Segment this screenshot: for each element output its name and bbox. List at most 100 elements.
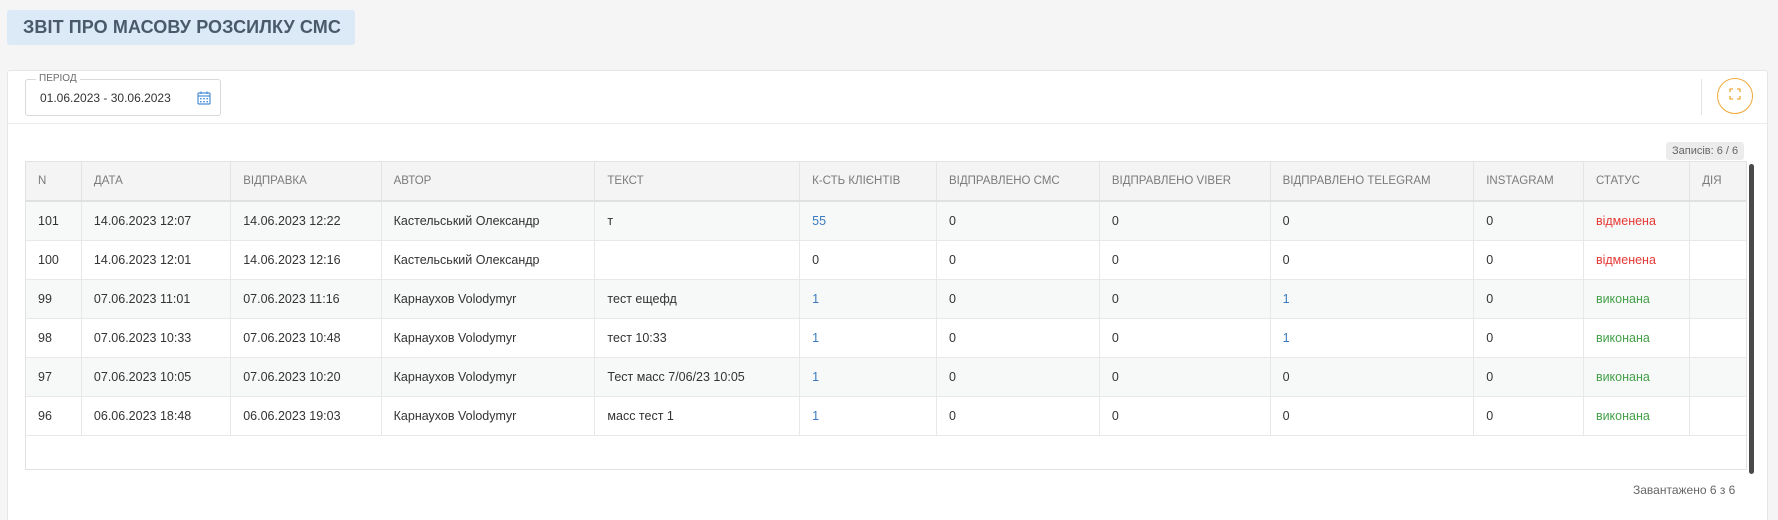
toolbar: ПЕРІОД 01.06.2023 - 30.06.2023 — [8, 71, 1767, 124]
cell-sms: 0 — [936, 357, 1100, 396]
page-title: ЗВІТ ПРО МАСОВУ РОЗСИЛКУ СМС — [7, 10, 355, 45]
cell-clients: 1 — [799, 279, 937, 318]
cell-action[interactable] — [1689, 279, 1746, 318]
cell-viber: 0 — [1099, 318, 1271, 357]
cell-clients: 1 — [799, 396, 937, 435]
cell-text: масс тест 1 — [594, 396, 801, 435]
cell-viber: 0 — [1099, 279, 1271, 318]
column-header-sms[interactable]: ВІДПРАВЛЕНО СМС — [936, 162, 1100, 202]
cell-sent: 07.06.2023 10:48 — [230, 318, 382, 357]
cell-status: відменена — [1583, 240, 1691, 279]
cell-text: тест 10:33 — [594, 318, 801, 357]
cell-text: т — [594, 201, 801, 240]
column-header-action: ДІЯ — [1689, 162, 1746, 202]
cell-status: виконана — [1583, 396, 1691, 435]
cell-n: 101 — [26, 201, 82, 240]
cell-action[interactable] — [1689, 240, 1746, 279]
cell-sent: 06.06.2023 19:03 — [230, 396, 382, 435]
cell-author: Кастельський Олександр — [381, 201, 596, 240]
column-header-status[interactable]: СТАТУС — [1583, 162, 1691, 202]
column-header-date[interactable]: ДАТА — [81, 162, 232, 202]
cell-instagram: 0 — [1473, 240, 1584, 279]
cell-telegram: 1 — [1270, 279, 1475, 318]
cell-clients: 0 — [799, 240, 937, 279]
cell-instagram: 0 — [1473, 396, 1584, 435]
cell-clients: 1 — [799, 318, 937, 357]
column-header-sent[interactable]: ВІДПРАВКА — [230, 162, 382, 202]
period-date-range-input[interactable]: ПЕРІОД 01.06.2023 - 30.06.2023 — [25, 73, 221, 116]
cell-instagram: 0 — [1473, 201, 1584, 240]
cell-action[interactable] — [1689, 396, 1746, 435]
period-value[interactable]: 01.06.2023 - 30.06.2023 — [40, 90, 171, 106]
cell-status: виконана — [1583, 357, 1691, 396]
cell-telegram: 0 — [1270, 396, 1475, 435]
cell-viber: 0 — [1099, 240, 1271, 279]
table-row[interactable]: 100 14.06.2023 12:01 14.06.2023 12:16 Касте… — [26, 240, 1746, 279]
cell-telegram: 1 — [1270, 318, 1475, 357]
cell-n: 96 — [26, 396, 82, 435]
expand-icon — [1729, 87, 1741, 105]
cell-date: 07.06.2023 11:01 — [81, 279, 232, 318]
cell-instagram: 0 — [1473, 318, 1584, 357]
column-header-clients[interactable]: К-СТЬ КЛІЄНТІВ — [799, 162, 937, 202]
cell-action[interactable] — [1689, 357, 1746, 396]
cell-date: 07.06.2023 10:33 — [81, 318, 232, 357]
cell-sms: 0 — [936, 201, 1100, 240]
cell-n: 97 — [26, 357, 82, 396]
period-label: ПЕРІОД — [36, 73, 80, 85]
table-row[interactable]: 96 06.06.2023 18:48 06.06.2023 19:03 Карнау… — [26, 396, 1746, 435]
cell-viber: 0 — [1099, 201, 1271, 240]
cell-instagram: 0 — [1473, 279, 1584, 318]
table-row[interactable]: 97 07.06.2023 10:05 07.06.2023 10:20 Карнау… — [26, 357, 1746, 396]
cell-sent: 07.06.2023 11:16 — [230, 279, 382, 318]
cell-status: виконана — [1583, 279, 1691, 318]
calendar-icon[interactable] — [196, 90, 212, 106]
cell-author: Карнаухов Volodymyr — [381, 318, 596, 357]
cell-text — [594, 240, 801, 279]
records-count-badge: Записів: 6 / 6 — [1666, 142, 1745, 160]
column-header-text[interactable]: ТЕКСТ — [594, 162, 801, 202]
cell-author: Карнаухов Volodymyr — [381, 279, 596, 318]
cell-clients: 55 — [799, 201, 937, 240]
table-scrollbar[interactable] — [1749, 164, 1754, 474]
cell-date: 06.06.2023 18:48 — [81, 396, 232, 435]
cell-date: 07.06.2023 10:05 — [81, 357, 232, 396]
cell-date: 14.06.2023 12:07 — [81, 201, 232, 240]
cell-text: Тест масс 7/06/23 10:05 — [594, 357, 801, 396]
cell-sent: 14.06.2023 12:16 — [230, 240, 382, 279]
cell-n: 98 — [26, 318, 82, 357]
cell-author: Карнаухов Volodymyr — [381, 357, 596, 396]
cell-sms: 0 — [936, 396, 1100, 435]
table-row[interactable]: 99 07.06.2023 11:01 07.06.2023 11:16 Карнау… — [26, 279, 1746, 318]
table-header-row: N ДАТА ВІДПРАВКА АВТОР ТЕКСТ К-СТЬ КЛІЄН… — [26, 162, 1746, 202]
cell-action[interactable] — [1689, 201, 1746, 240]
report-table: N ДАТА ВІДПРАВКА АВТОР ТЕКСТ К-СТЬ КЛІЄН… — [25, 161, 1747, 470]
cell-sms: 0 — [936, 279, 1100, 318]
cell-action[interactable] — [1689, 318, 1746, 357]
cell-telegram: 0 — [1270, 240, 1475, 279]
table-row[interactable]: 101 14.06.2023 12:07 14.06.2023 12:22 Касте… — [26, 201, 1746, 240]
cell-sent: 14.06.2023 12:22 — [230, 201, 382, 240]
cell-clients: 1 — [799, 357, 937, 396]
cell-date: 14.06.2023 12:01 — [81, 240, 232, 279]
report-card: ПЕРІОД 01.06.2023 - 30.06.2023 Записів: … — [7, 70, 1768, 520]
cell-status: відменена — [1583, 201, 1691, 240]
cell-author: Карнаухов Volodymyr — [381, 396, 596, 435]
fullscreen-button[interactable] — [1717, 78, 1753, 114]
cell-sent: 07.06.2023 10:20 — [230, 357, 382, 396]
column-header-n[interactable]: N — [26, 162, 82, 202]
loaded-count-text: Завантажено 6 з 6 — [1633, 483, 1736, 497]
cell-sms: 0 — [936, 318, 1100, 357]
cell-viber: 0 — [1099, 357, 1271, 396]
cell-n: 99 — [26, 279, 82, 318]
cell-n: 100 — [26, 240, 82, 279]
cell-text: тест ещефд — [594, 279, 801, 318]
cell-author: Кастельський Олександр — [381, 240, 596, 279]
column-header-author[interactable]: АВТОР — [381, 162, 596, 202]
cell-instagram: 0 — [1473, 357, 1584, 396]
toolbar-divider — [1701, 79, 1702, 115]
column-header-instagram[interactable]: INSTAGRAM — [1473, 162, 1584, 202]
column-header-viber[interactable]: ВІДПРАВЛЕНО VIBER — [1099, 162, 1271, 202]
column-header-telegram[interactable]: ВІДПРАВЛЕНО TELEGRAM — [1270, 162, 1475, 202]
table-row[interactable]: 98 07.06.2023 10:33 07.06.2023 10:48 Карнау… — [26, 318, 1746, 357]
